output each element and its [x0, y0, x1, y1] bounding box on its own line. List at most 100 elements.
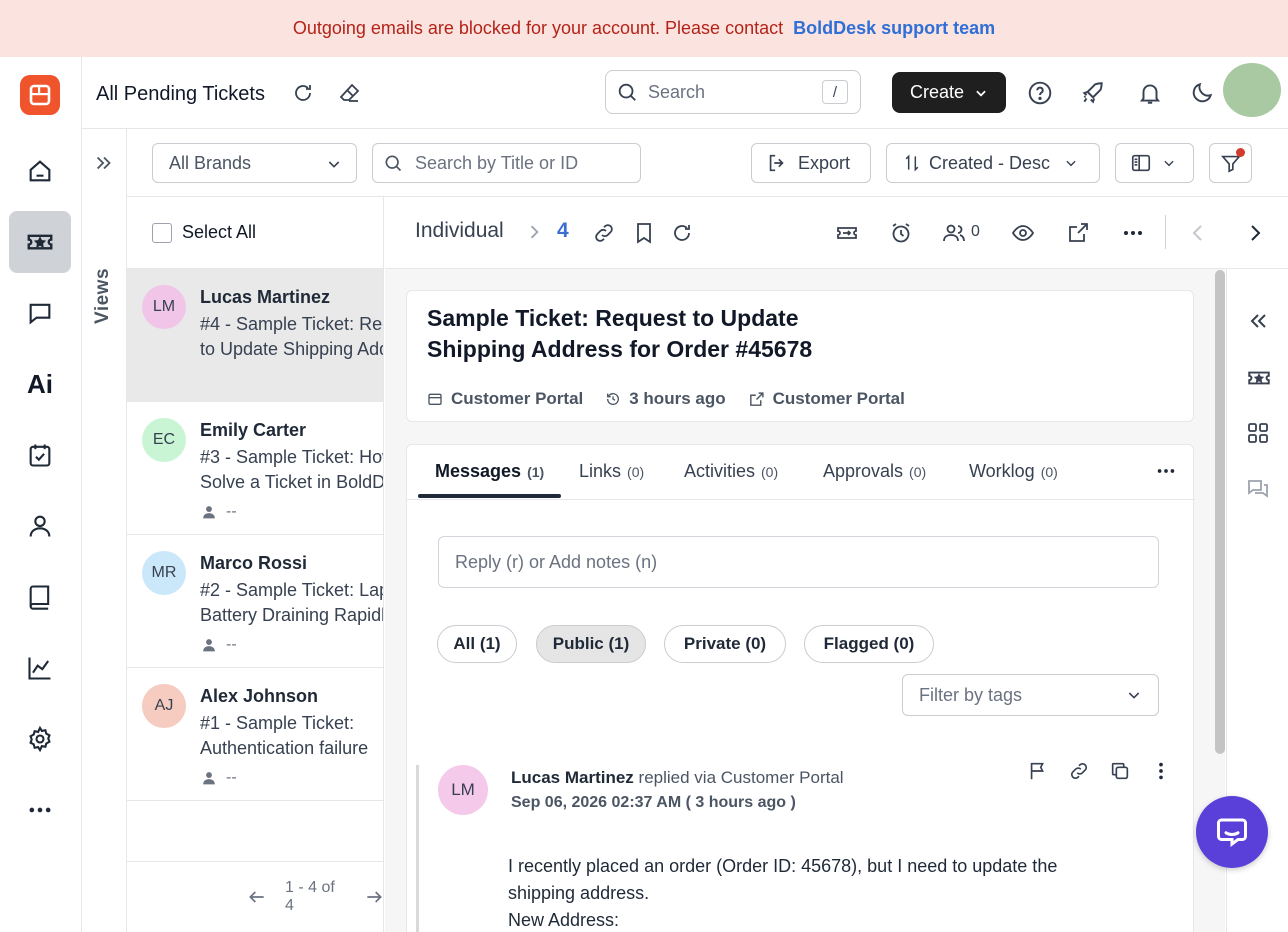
- apps-grid-icon[interactable]: [1246, 421, 1270, 445]
- create-label: Create: [909, 82, 965, 102]
- views-label: Views: [92, 267, 113, 324]
- ticket-avatar: MR: [142, 551, 186, 595]
- conversations-icon[interactable]: [1246, 477, 1270, 501]
- analytics-nav[interactable]: [9, 637, 71, 699]
- refresh-icon[interactable]: [670, 221, 694, 245]
- search-icon: [616, 81, 638, 103]
- ticket-list-item[interactable]: LM Lucas Martinez #4 - Sample Ticket: Re…: [127, 269, 383, 402]
- top-header: All Pending Tickets Search / Create: [82, 57, 1288, 129]
- reply-input[interactable]: Reply (r) or Add notes (n): [438, 536, 1159, 588]
- previous-ticket-icon[interactable]: [1186, 221, 1210, 245]
- user-avatar[interactable]: [1223, 63, 1281, 117]
- ticket-list-item[interactable]: AJ Alex Johnson #1 - Sample Ticket: Auth…: [127, 668, 383, 801]
- ticket-requester: Marco Rossi: [200, 553, 308, 573]
- link-icon[interactable]: [592, 221, 616, 245]
- ticket-list-item[interactable]: MR Marco Rossi #2 - Sample Ticket: Lapto…: [127, 535, 383, 668]
- settings-nav[interactable]: [9, 708, 71, 770]
- filter-by-tags-select[interactable]: Filter by tags: [902, 674, 1159, 716]
- home-icon: [26, 157, 54, 185]
- ticket-avatar: AJ: [142, 684, 186, 728]
- export-label: Export: [798, 152, 851, 173]
- calendar-check-icon: [26, 441, 54, 469]
- filter-pill-flagged[interactable]: Flagged (0): [804, 625, 934, 663]
- create-button[interactable]: Create: [892, 72, 1006, 113]
- banner-support-link[interactable]: BoldDesk support team: [793, 18, 995, 39]
- more-nav[interactable]: [9, 779, 71, 841]
- eraser-icon[interactable]: [338, 81, 362, 105]
- chat-nav[interactable]: [9, 282, 71, 344]
- arrow-left-icon[interactable]: [247, 887, 267, 907]
- banner-text: Outgoing emails are blocked for your acc…: [292, 18, 784, 38]
- filter-pill-all[interactable]: All (1): [437, 625, 517, 663]
- ticket-search-input[interactable]: Search by Title or ID: [372, 143, 641, 183]
- ticket-title: #1 - Sample Ticket: Authentication failu…: [200, 713, 369, 758]
- contacts-nav[interactable]: [9, 495, 71, 557]
- eye-icon[interactable]: [1011, 221, 1035, 245]
- ticket-requester: Lucas Martinez: [200, 287, 331, 307]
- filter-bar: All Brands Search by Title or ID Export …: [127, 129, 1288, 197]
- message-author-line: Lucas Martinez replied via Customer Port…: [511, 768, 844, 788]
- bookmark-icon[interactable]: [632, 221, 656, 245]
- filter-pill-private[interactable]: Private (0): [664, 625, 786, 663]
- alarm-clock-icon[interactable]: [889, 221, 913, 245]
- assignee-value: --: [226, 503, 237, 520]
- ticket-icon: [25, 227, 55, 257]
- filter-pill-public[interactable]: Public (1): [536, 625, 646, 663]
- more-horizontal-icon[interactable]: [1155, 460, 1177, 482]
- moon-icon[interactable]: [1189, 80, 1215, 106]
- pagination-label: 1 - 4 of 4: [285, 879, 335, 914]
- help-icon[interactable]: [1027, 80, 1053, 106]
- open-external-icon[interactable]: [1066, 221, 1090, 245]
- copy-icon[interactable]: [1109, 760, 1131, 782]
- tab-messages[interactable]: Messages (1): [435, 461, 544, 482]
- tasks-nav[interactable]: [9, 424, 71, 486]
- ticket-list: Select All LM Lucas Martinez #4 - Sample…: [127, 197, 384, 932]
- tab-worklog[interactable]: Worklog (0): [969, 461, 1058, 482]
- ticket-icon[interactable]: [1246, 365, 1270, 389]
- views-panel-toggle[interactable]: Views: [82, 129, 127, 932]
- more-horizontal-icon[interactable]: [1121, 221, 1145, 245]
- more-vertical-icon[interactable]: [1150, 760, 1172, 782]
- breadcrumb-view[interactable]: Individual: [415, 219, 504, 243]
- ai-nav[interactable]: Ai: [9, 353, 71, 415]
- filter-button[interactable]: [1209, 143, 1252, 183]
- next-ticket-icon[interactable]: [1243, 221, 1267, 245]
- export-button[interactable]: Export: [751, 143, 871, 183]
- ticket-swap-icon[interactable]: [835, 221, 859, 245]
- refresh-icon[interactable]: [291, 81, 315, 105]
- tab-approvals[interactable]: Approvals (0): [823, 461, 926, 482]
- ticket-list-item[interactable]: EC Emily Carter #3 - Sample Ticket: How …: [127, 402, 383, 535]
- bolddesk-logo[interactable]: [20, 75, 60, 115]
- brand-select[interactable]: All Brands: [152, 143, 357, 183]
- rocket-icon[interactable]: [1080, 80, 1106, 106]
- ticket-assignee: --: [202, 636, 237, 654]
- toolbar-divider: [1165, 215, 1166, 249]
- global-search-input[interactable]: Search /: [605, 70, 861, 114]
- chevron-down-icon: [1162, 156, 1176, 170]
- collapse-left-icon[interactable]: [1246, 309, 1270, 333]
- layout-toggle[interactable]: [1115, 143, 1194, 183]
- tab-links[interactable]: Links (0): [579, 461, 644, 482]
- message-author[interactable]: Lucas Martinez: [511, 768, 634, 787]
- sort-label: Created - Desc: [929, 152, 1051, 173]
- assignee-value: --: [226, 769, 237, 786]
- gear-icon: [26, 725, 54, 753]
- tickets-nav[interactable]: [9, 211, 71, 273]
- arrow-right-icon[interactable]: [364, 887, 383, 907]
- ticket-meta-row: Customer Portal 3 hours ago Customer Por…: [427, 389, 927, 409]
- flag-icon[interactable]: [1027, 760, 1049, 782]
- chevron-down-icon: [1126, 687, 1142, 703]
- expand-views-icon[interactable]: [93, 152, 115, 174]
- message-avatar: LM: [438, 765, 488, 815]
- watchers-icon[interactable]: [942, 221, 966, 245]
- bell-icon[interactable]: [1137, 80, 1163, 106]
- knowledge-base-nav[interactable]: [9, 566, 71, 628]
- tab-activities[interactable]: Activities (0): [684, 461, 778, 482]
- sort-select[interactable]: Created - Desc: [886, 143, 1100, 183]
- select-all-checkbox[interactable]: [152, 222, 172, 243]
- content-scrollbar[interactable]: [1215, 270, 1225, 754]
- home-nav[interactable]: [9, 140, 71, 202]
- chat-widget-button[interactable]: [1196, 796, 1268, 868]
- link-icon[interactable]: [1068, 760, 1090, 782]
- ai-icon: Ai: [27, 368, 53, 399]
